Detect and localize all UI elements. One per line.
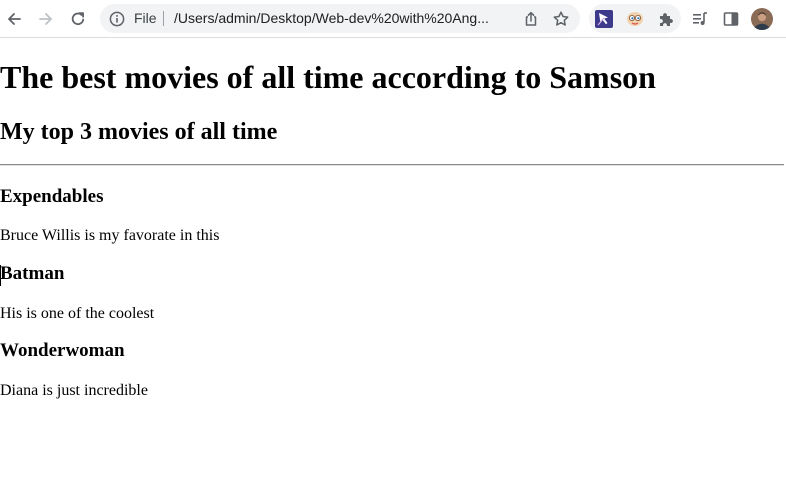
omnibox-divider [163, 11, 164, 26]
profile-button[interactable] [750, 7, 774, 31]
star-icon[interactable] [552, 10, 570, 28]
back-button[interactable] [2, 7, 26, 31]
puzzle-icon[interactable] [657, 10, 675, 28]
share-icon[interactable] [522, 10, 540, 28]
page-title: The best movies of all time according to… [0, 59, 656, 95]
forward-button[interactable] [34, 7, 58, 31]
page-subtitle: My top 3 movies of all time [0, 119, 278, 145]
movie-description: Diana is just incredible [0, 382, 148, 399]
reload-button[interactable] [66, 7, 90, 31]
movie-description: Bruce Willis is my favorate in this [0, 227, 220, 244]
movie-title: Expendables [0, 186, 104, 207]
avatar [751, 8, 773, 30]
eyes-extension-icon[interactable] [626, 10, 644, 28]
media-queue-button[interactable] [688, 7, 712, 31]
side-panel-button[interactable] [719, 7, 743, 31]
url-text[interactable]: /Users/admin/Desktop/Web-dev%20with%20An… [174, 10, 512, 27]
address-bar[interactable]: File /Users/admin/Desktop/Web-dev%20with… [100, 4, 580, 33]
browser-toolbar: File /Users/admin/Desktop/Web-dev%20with… [0, 0, 786, 38]
horizontal-rule [0, 164, 784, 166]
media-queue-icon [693, 12, 707, 25]
movie-description: His is one of the coolest [0, 305, 155, 322]
page-content: The best movies of all time according to… [0, 38, 786, 481]
arrow-right-icon [39, 13, 52, 25]
movie-title: Batman [0, 263, 65, 284]
extensions-group [589, 4, 681, 33]
movie-title: Wonderwoman [0, 340, 125, 361]
reload-icon [71, 12, 85, 26]
text-cursor [0, 265, 1, 286]
scheme-label: File [134, 10, 157, 26]
info-icon[interactable] [109, 11, 125, 27]
cursor-extension-icon[interactable] [595, 10, 613, 28]
arrow-left-icon [8, 13, 21, 25]
side-panel-icon [723, 12, 739, 26]
